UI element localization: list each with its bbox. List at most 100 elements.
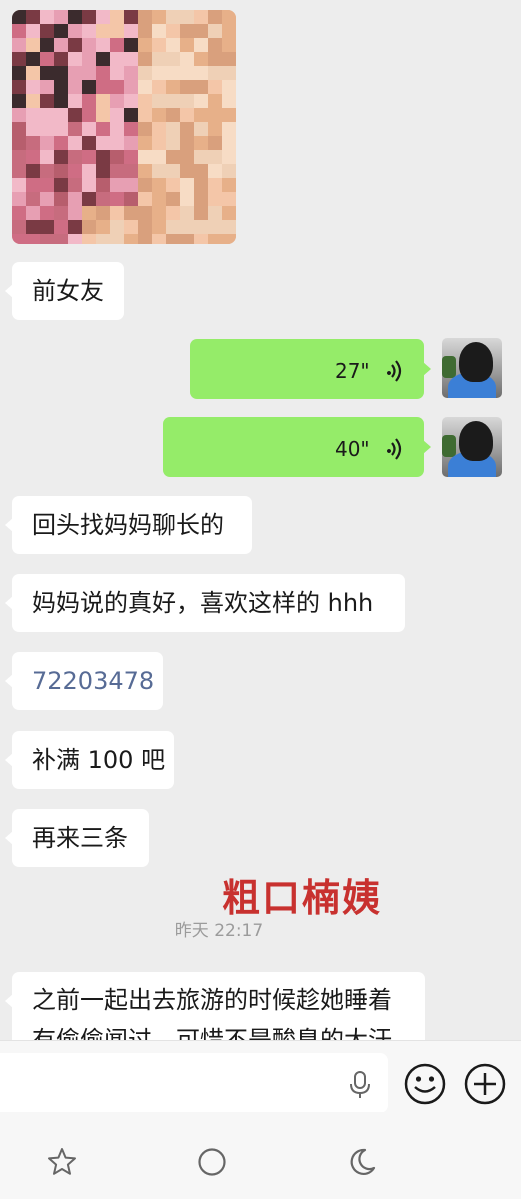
mosaic-pixel [54,150,68,164]
mosaic-pixel [166,24,180,38]
message-bubble-received[interactable]: 再来三条 [5,809,149,867]
mosaic-pixel [152,122,166,136]
microphone-icon[interactable] [348,1071,372,1099]
mosaic-pixel [152,206,166,220]
mosaic-pixel [152,136,166,150]
mosaic-pixel [82,164,96,178]
mosaic-pixel [82,24,96,38]
mosaic-pixel [96,24,110,38]
home-circle-icon[interactable] [196,1146,228,1178]
mosaic-pixel [180,52,194,66]
voice-message-sent[interactable]: 27" [190,339,431,399]
mosaic-pixel [12,220,26,234]
message-input[interactable] [0,1053,388,1113]
mosaic-pixel [40,136,54,150]
mosaic-pixel [40,150,54,164]
avatar-hair [459,342,493,382]
mosaic-pixel [96,192,110,206]
mosaic-pixel [208,10,222,24]
mosaic-pixel [110,122,124,136]
mosaic-pixel [166,136,180,150]
mosaic-pixel [96,108,110,122]
mosaic-pixel [208,164,222,178]
mosaic-pixel [208,178,222,192]
mosaic-pixel [54,136,68,150]
mosaic-pixel [194,206,208,220]
mosaic-pixel [82,234,96,244]
mosaic-pixel [110,24,124,38]
mosaic-pixel [194,234,208,244]
message-bubble-received[interactable]: 72203478 [5,652,163,710]
mosaic-pixel [96,52,110,66]
mosaic-pixel [124,206,138,220]
mosaic-pixel [12,66,26,80]
mosaic-pixel [194,38,208,52]
mosaic-pixel [194,178,208,192]
message-bubble-received[interactable]: 妈妈说的真好，喜欢这样的 hhh [5,574,405,632]
mosaic-pixel [26,220,40,234]
mosaic-pixel [26,136,40,150]
chat-area[interactable]: 前女友 27" 40" 回头找妈妈聊长的 妈妈说的真好，喜欢这样的 hhh 72… [0,0,521,1040]
mosaic-pixel [40,66,54,80]
mosaic-pixel [54,178,68,192]
user-avatar[interactable] [442,417,502,477]
mosaic-pixel [222,192,236,206]
mosaic-pixel [26,38,40,52]
image-message[interactable] [12,10,236,244]
mosaic-pixel [208,94,222,108]
message-bubble-received[interactable]: 前女友 [5,262,124,320]
mosaic-pixel [222,164,236,178]
mosaic-pixel [180,80,194,94]
mosaic-pixel [152,80,166,94]
mosaic-pixel [166,38,180,52]
mosaic-pixel [194,108,208,122]
mosaic-pixel [12,52,26,66]
mosaic-pixel [26,80,40,94]
mosaic-pixel [26,52,40,66]
mosaic-pixel [124,24,138,38]
star-icon[interactable] [46,1146,78,1178]
user-avatar[interactable] [442,338,502,398]
message-bubble-received[interactable]: 补满 100 吧 [5,731,174,789]
mosaic-pixel [138,38,152,52]
mosaic-pixel [68,192,82,206]
avatar-hair [459,421,493,461]
mosaic-pixel [166,122,180,136]
mosaic-pixel [222,234,236,244]
mosaic-pixel [110,94,124,108]
mosaic-pixel [110,80,124,94]
mosaic-pixel [96,10,110,24]
voice-message-sent[interactable]: 40" [163,417,431,477]
mosaic-pixel [138,136,152,150]
mosaic-pixel [152,52,166,66]
mosaic-pixel [54,108,68,122]
mosaic-pixel [166,108,180,122]
moon-icon[interactable] [346,1146,378,1178]
mosaic-pixel [96,234,110,244]
mosaic-pixel [124,150,138,164]
mosaic-pixel [124,164,138,178]
mosaic-pixel [138,150,152,164]
message-bubble-received[interactable]: 之前一起出去旅游的时候趁她睡着有偷偷闻过，可惜不是酸臭的大汗 [5,972,425,1040]
mosaic-pixel [124,108,138,122]
mosaic-pixel [180,164,194,178]
mosaic-pixel [68,80,82,94]
mosaic-pixel [166,52,180,66]
mosaic-pixel [68,66,82,80]
mosaic-pixel [222,94,236,108]
mosaic-pixel [68,108,82,122]
mosaic-pixel [110,66,124,80]
phone-number-link[interactable]: 72203478 [32,667,154,695]
mosaic-pixel [208,206,222,220]
message-bubble-received[interactable]: 回头找妈妈聊长的 [5,496,252,554]
mosaic-pixel [12,178,26,192]
input-bar [0,1040,521,1113]
mosaic-pixel [152,24,166,38]
emoji-icon[interactable] [403,1062,447,1106]
mosaic-pixel [96,220,110,234]
mosaic-pixel [68,178,82,192]
plus-icon[interactable] [463,1062,507,1106]
mosaic-pixel [82,10,96,24]
mosaic-pixel [208,220,222,234]
mosaic-pixel [82,108,96,122]
